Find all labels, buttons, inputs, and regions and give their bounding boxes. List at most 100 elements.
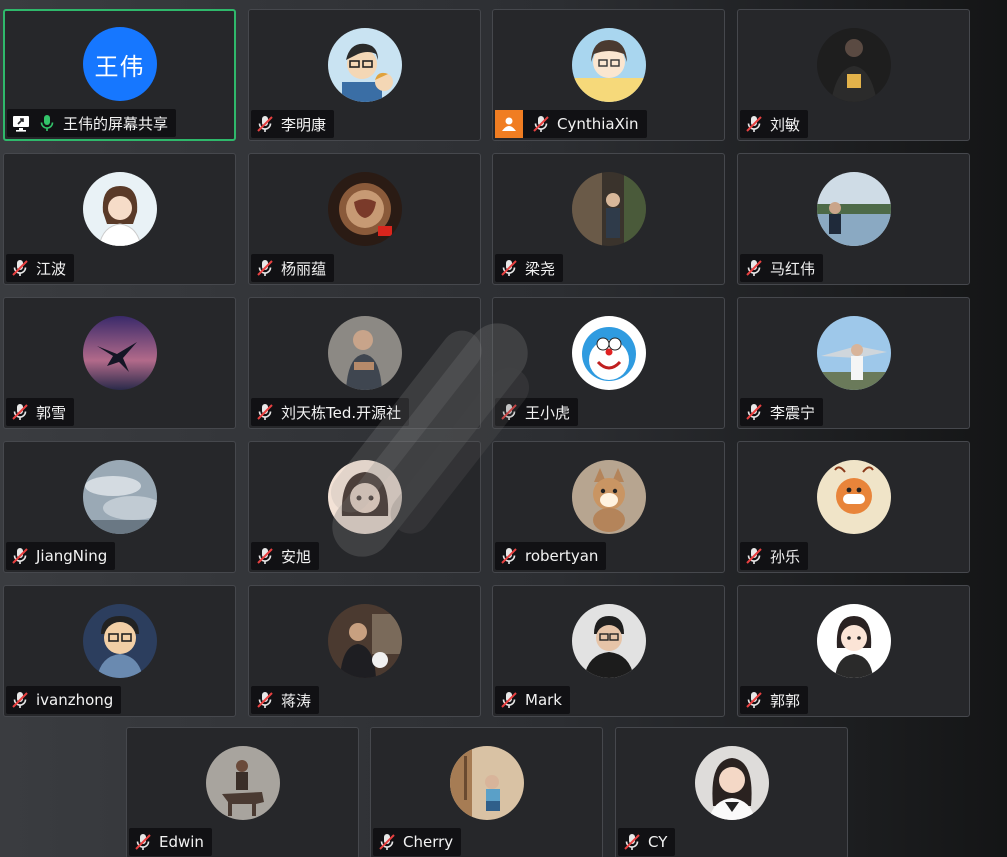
participant-tile[interactable]: Cherry (370, 727, 603, 857)
participant-nameplate: 安旭 (251, 542, 320, 570)
avatar (816, 28, 891, 102)
participant-tile[interactable]: 李震宁 (737, 297, 970, 429)
microphone-muted-icon[interactable] (744, 114, 764, 134)
participant-tile[interactable]: 王伟 王伟的屏幕共享 (3, 9, 236, 141)
participant-nameplate: JiangNing (6, 542, 116, 570)
participant-nameplate: 郭郭 (740, 686, 809, 714)
participant-name: Cherry (403, 833, 454, 851)
participant-tile[interactable]: 郭郭 (737, 585, 970, 717)
microphone-muted-icon[interactable] (255, 258, 275, 278)
avatar (82, 604, 157, 678)
participant-name: Edwin (159, 833, 204, 851)
avatar (694, 746, 769, 820)
microphone-muted-icon[interactable] (744, 546, 764, 566)
screen-share-icon (11, 113, 31, 133)
participant-tile[interactable]: 梁尧 (492, 153, 725, 285)
meeting-gallery-view: 王伟 王伟的屏幕共享 李明康 CynthiaXin 刘敏 江波 杨丽蕴 梁尧 马… (0, 0, 1007, 857)
microphone-muted-icon[interactable] (10, 546, 30, 566)
microphone-muted-icon[interactable] (499, 258, 519, 278)
participant-name: JiangNing (36, 547, 108, 565)
avatar (82, 460, 157, 534)
participant-tile[interactable]: CY (615, 727, 848, 857)
participant-tile[interactable]: 李明康 (248, 9, 481, 141)
microphone-muted-icon[interactable] (744, 258, 764, 278)
participant-name: Mark (525, 691, 562, 709)
microphone-muted-icon[interactable] (622, 832, 642, 852)
avatar (82, 316, 157, 390)
participant-nameplate: CY (618, 828, 676, 856)
avatar (816, 460, 891, 534)
participant-tile[interactable]: ivanzhong (3, 585, 236, 717)
participant-nameplate: Cherry (373, 828, 462, 856)
participant-nameplate: 刘敏 (740, 110, 809, 138)
avatar (571, 460, 646, 534)
participant-name: 李震宁 (770, 403, 816, 422)
participant-tile[interactable]: 蒋涛 (248, 585, 481, 717)
microphone-muted-icon[interactable] (499, 546, 519, 566)
avatar (327, 172, 402, 246)
participant-name: 王小虎 (525, 403, 571, 422)
participant-tile[interactable]: Edwin (126, 727, 359, 857)
microphone-muted-icon[interactable] (10, 690, 30, 710)
avatar (327, 316, 402, 390)
participant-name: 安旭 (281, 547, 312, 566)
avatar (816, 316, 891, 390)
participant-name: 江波 (36, 259, 67, 278)
participant-nameplate: 王伟的屏幕共享 (7, 109, 177, 137)
participant-nameplate: 孙乐 (740, 542, 809, 570)
avatar (327, 460, 402, 534)
participant-name: 蒋涛 (281, 691, 312, 710)
microphone-muted-icon[interactable] (531, 114, 551, 134)
participant-name: 李明康 (281, 115, 327, 134)
microphone-muted-icon[interactable] (377, 832, 397, 852)
participant-name: 王伟的屏幕共享 (63, 114, 169, 133)
participant-tile[interactable]: robertyan (492, 441, 725, 573)
user-icon (495, 110, 523, 138)
participant-tile[interactable]: 马红伟 (737, 153, 970, 285)
participant-name: 郭郭 (770, 691, 801, 710)
avatar (571, 604, 646, 678)
participant-nameplate: 刘天栋Ted.开源社 (251, 398, 410, 426)
participant-tile[interactable]: 郭雪 (3, 297, 236, 429)
participant-nameplate: ivanzhong (6, 686, 122, 714)
microphone-muted-icon[interactable] (10, 258, 30, 278)
participant-name: 刘天栋Ted.开源社 (281, 403, 402, 422)
participant-tile[interactable]: 刘天栋Ted.开源社 (248, 297, 481, 429)
microphone-muted-icon[interactable] (255, 546, 275, 566)
participant-tile[interactable]: CynthiaXin (492, 9, 725, 141)
avatar (205, 746, 280, 820)
microphone-muted-icon[interactable] (255, 114, 275, 134)
participant-name: robertyan (525, 547, 599, 565)
participant-tile[interactable]: 安旭 (248, 441, 481, 573)
microphone-muted-icon[interactable] (744, 402, 764, 422)
participant-name: CY (648, 833, 668, 851)
participant-tile[interactable]: 杨丽蕴 (248, 153, 481, 285)
microphone-muted-icon[interactable] (744, 690, 764, 710)
participant-nameplate: 杨丽蕴 (251, 254, 335, 282)
avatar (816, 604, 891, 678)
avatar (571, 28, 646, 102)
participant-tile[interactable]: JiangNing (3, 441, 236, 573)
microphone-on-icon[interactable] (37, 113, 57, 133)
participant-tile[interactable]: 王小虎 (492, 297, 725, 429)
participant-nameplate: 郭雪 (6, 398, 75, 426)
participant-tile[interactable]: 刘敏 (737, 9, 970, 141)
avatar (449, 746, 524, 820)
microphone-muted-icon[interactable] (10, 402, 30, 422)
avatar (82, 172, 157, 246)
microphone-muted-icon[interactable] (133, 832, 153, 852)
microphone-muted-icon[interactable] (255, 690, 275, 710)
avatar: 王伟 (82, 27, 157, 101)
participant-name: CynthiaXin (557, 115, 639, 133)
participant-nameplate: 王小虎 (495, 398, 579, 426)
participant-name: ivanzhong (36, 691, 114, 709)
participant-tile[interactable]: Mark (492, 585, 725, 717)
microphone-muted-icon[interactable] (499, 402, 519, 422)
participant-tile[interactable]: 江波 (3, 153, 236, 285)
participant-name: 杨丽蕴 (281, 259, 327, 278)
microphone-muted-icon[interactable] (255, 402, 275, 422)
microphone-muted-icon[interactable] (499, 690, 519, 710)
participant-tile[interactable]: 孙乐 (737, 441, 970, 573)
participant-name: 刘敏 (770, 115, 801, 134)
avatar (816, 172, 891, 246)
